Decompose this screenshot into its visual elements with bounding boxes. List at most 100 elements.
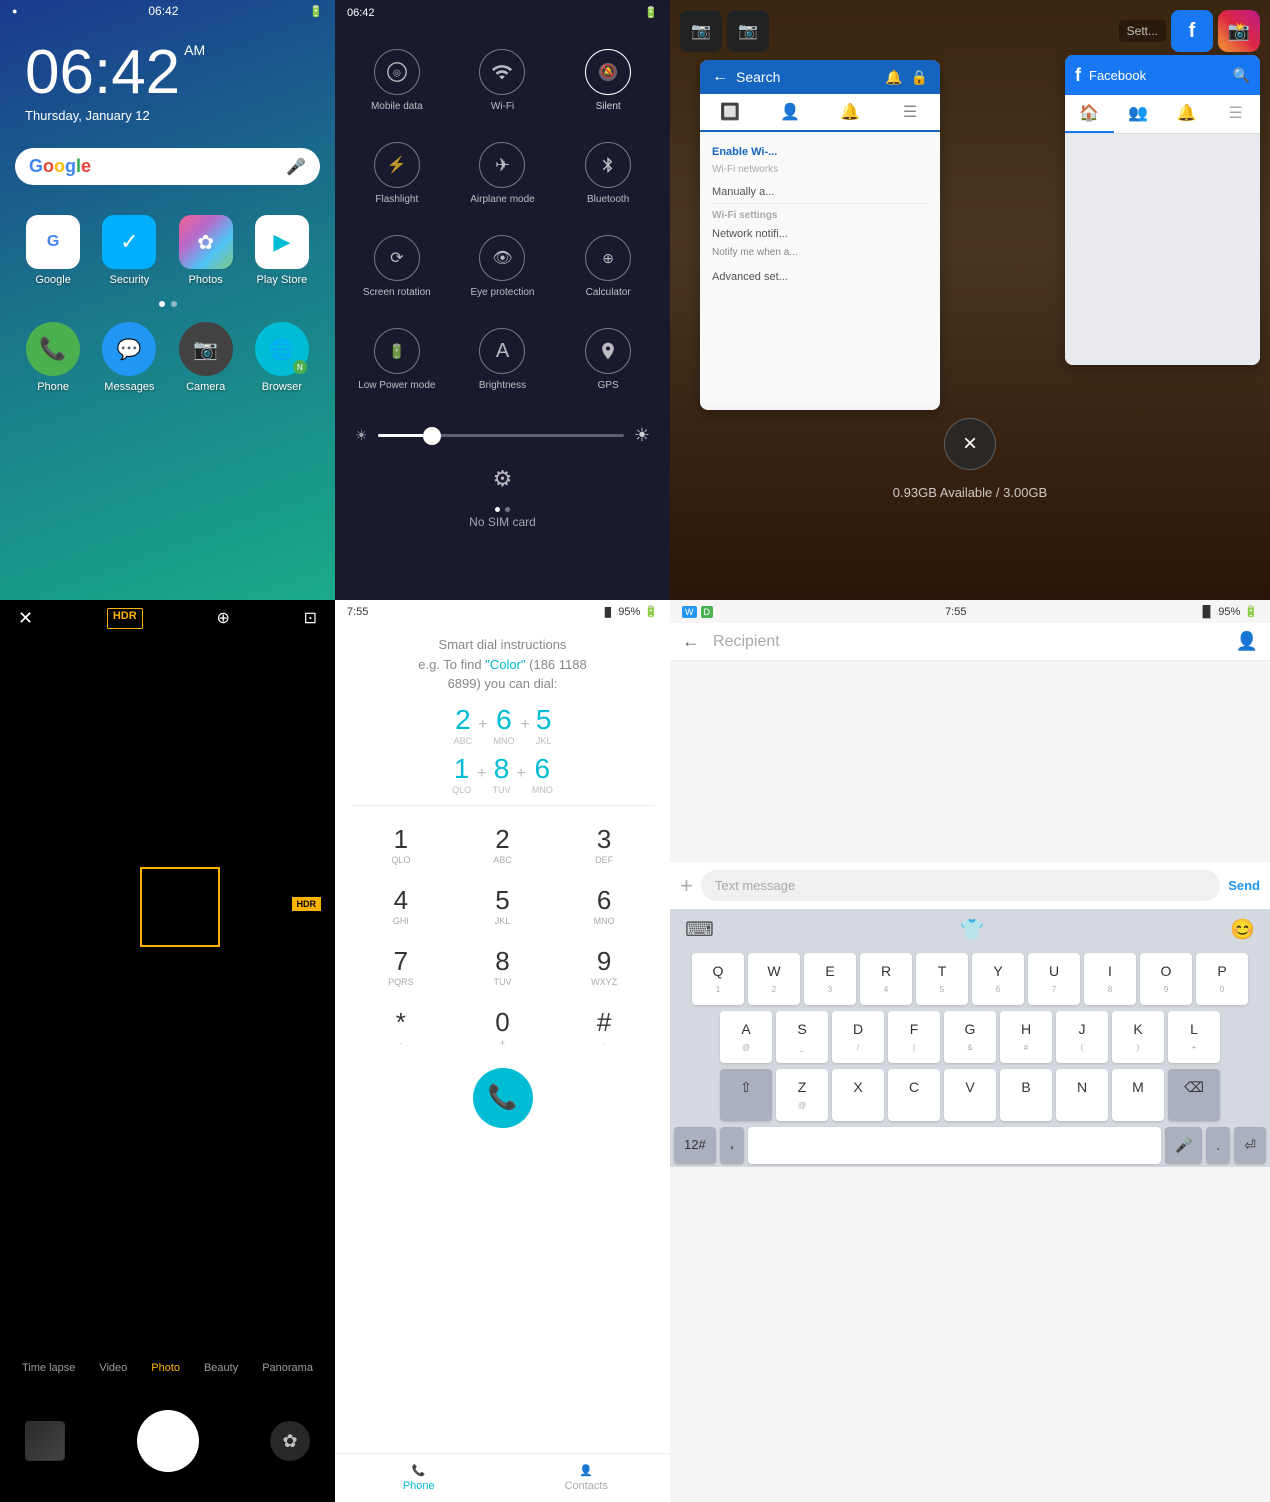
key-r[interactable]: R4 [860, 953, 912, 1005]
qs-airplane[interactable]: ✈ Airplane mode [451, 128, 555, 219]
app-security[interactable]: ✓ Security [96, 215, 162, 286]
wifi-nav-icon-1[interactable]: 🔲 [700, 94, 760, 130]
mode-timelapse[interactable]: Time lapse [22, 1362, 75, 1374]
app-playstore[interactable]: ▶ Play Store [249, 215, 315, 286]
brightness-thumb[interactable] [423, 427, 441, 445]
app-phone[interactable]: 📞 Phone [20, 322, 86, 393]
qs-gps[interactable]: GPS [556, 314, 660, 405]
keyboard-icon[interactable]: ⌨ [685, 917, 714, 942]
facebook-app-icon-top[interactable]: f [1171, 10, 1213, 52]
key-c[interactable]: C [888, 1069, 940, 1121]
key-x[interactable]: X [832, 1069, 884, 1121]
key-hash[interactable]: # · [553, 997, 655, 1058]
tab-phone[interactable]: 📞 Phone [335, 1454, 503, 1502]
settings-small-icon[interactable]: Sett... [1119, 20, 1166, 42]
hdr-indicator[interactable]: HDR [107, 608, 143, 629]
key-a[interactable]: A@ [720, 1011, 772, 1063]
num-switch-key[interactable]: 12# [674, 1127, 716, 1164]
camera-settings-icon[interactable]: ⊡ [304, 608, 317, 629]
shutter-button[interactable] [137, 1410, 199, 1472]
enter-key[interactable]: ⏎ [1234, 1127, 1266, 1164]
backspace-key[interactable]: ⌫ [1168, 1069, 1220, 1121]
recipient-field[interactable]: Recipient [705, 633, 1236, 651]
key-o[interactable]: O9 [1140, 953, 1192, 1005]
key-7[interactable]: 7 PQRS [350, 936, 452, 997]
key-t[interactable]: T5 [916, 953, 968, 1005]
key-u[interactable]: U7 [1028, 953, 1080, 1005]
camera-effects-button[interactable]: ✿ [270, 1421, 310, 1461]
key-d[interactable]: D/ [832, 1011, 884, 1063]
key-f[interactable]: F| [888, 1011, 940, 1063]
app-camera[interactable]: 📷 Camera [173, 322, 239, 393]
key-2[interactable]: 2 ABC [452, 814, 554, 875]
qs-brightness[interactable]: A Brightness [451, 314, 555, 405]
key-y[interactable]: Y6 [972, 953, 1024, 1005]
app-google[interactable]: G Google [20, 215, 86, 286]
google-search-bar[interactable]: Google 🎤 [15, 148, 320, 185]
qs-silent[interactable]: 🔕 Silent [556, 35, 660, 126]
qs-flashlight[interactable]: ⚡ Flashlight [345, 128, 449, 219]
app-messages[interactable]: 💬 Messages [96, 322, 162, 393]
app-photos[interactable]: ✿ Photos [173, 215, 239, 286]
tab-contacts[interactable]: 👤 Contacts [503, 1454, 671, 1502]
key-j[interactable]: J( [1056, 1011, 1108, 1063]
mic-icon[interactable]: 🎤 [286, 157, 306, 177]
mode-photo[interactable]: Photo [151, 1362, 180, 1374]
wifi-nav-icon-2[interactable]: 👤 [760, 94, 820, 130]
back-arrow-icon[interactable]: ← [712, 68, 728, 86]
attach-icon[interactable]: + [680, 873, 693, 899]
recent-camera2-icon[interactable]: 📷 [727, 10, 769, 52]
qs-calculator[interactable]: ⊕ Calculator [556, 221, 660, 312]
wifi-nav-icon-3[interactable]: 🔔 [820, 94, 880, 130]
key-v[interactable]: V [944, 1069, 996, 1121]
key-1[interactable]: 1 QLO [350, 814, 452, 875]
app-browser[interactable]: 🌐 N Browser [249, 322, 315, 393]
key-6[interactable]: 6 MNO [553, 875, 655, 936]
back-arrow-sms[interactable]: ← [682, 631, 700, 652]
key-star[interactable]: * · [350, 997, 452, 1058]
fb-nav-2[interactable]: 👥 [1114, 95, 1163, 133]
instagram-app-icon-top[interactable]: 📸 [1218, 10, 1260, 52]
key-m[interactable]: M [1112, 1069, 1164, 1121]
key-3[interactable]: 3 DEF [553, 814, 655, 875]
key-4[interactable]: 4 GHI [350, 875, 452, 936]
key-q[interactable]: Q1 [692, 953, 744, 1005]
brightness-slider-row[interactable]: ☀ ☀ [335, 415, 670, 456]
key-8[interactable]: 8 TUV [452, 936, 554, 997]
key-9[interactable]: 9 WXYZ [553, 936, 655, 997]
key-z[interactable]: Z@ [776, 1069, 828, 1121]
key-w[interactable]: W2 [748, 953, 800, 1005]
message-input[interactable]: Text message [701, 870, 1220, 901]
camera-thumbnail[interactable] [25, 1421, 65, 1461]
mode-beauty[interactable]: Beauty [204, 1362, 238, 1374]
settings-gear[interactable]: ⚙ [335, 456, 670, 502]
fb-nav-4[interactable]: ☰ [1211, 95, 1260, 133]
brightness-slider-track[interactable] [378, 434, 624, 437]
qs-mobile-data[interactable]: ◎ Mobile data [345, 35, 449, 126]
key-g[interactable]: G& [944, 1011, 996, 1063]
key-e[interactable]: E3 [804, 953, 856, 1005]
mic-keyboard-icon[interactable]: 🎤 [1165, 1127, 1202, 1164]
key-k[interactable]: K) [1112, 1011, 1164, 1063]
shirt-icon[interactable]: 👕 [960, 917, 985, 942]
close-recent-button[interactable]: × [944, 418, 996, 470]
key-b[interactable]: B [1000, 1069, 1052, 1121]
qs-eye[interactable]: 👁 Eye protection [451, 221, 555, 312]
qs-lowpower[interactable]: 🔋 Low Power mode [345, 314, 449, 405]
call-button[interactable]: 📞 [473, 1068, 533, 1128]
mode-video[interactable]: Video [99, 1362, 127, 1374]
send-button[interactable]: Send [1228, 878, 1260, 893]
key-5[interactable]: 5 JKL [452, 875, 554, 936]
qs-wifi[interactable]: Wi-Fi [451, 35, 555, 126]
lens-switch-icon[interactable]: ⊕ [216, 608, 229, 629]
key-l[interactable]: L+ [1168, 1011, 1220, 1063]
key-n[interactable]: N [1056, 1069, 1108, 1121]
emoji-icon[interactable]: 😊 [1230, 917, 1255, 942]
qs-bluetooth[interactable]: Bluetooth [556, 128, 660, 219]
wifi-nav-icon-4[interactable]: ☰ [880, 94, 940, 130]
add-contact-icon[interactable]: 👤 [1236, 631, 1258, 652]
key-p[interactable]: P0 [1196, 953, 1248, 1005]
qs-rotation[interactable]: ⟳ Screen rotation [345, 221, 449, 312]
key-0[interactable]: 0 + [452, 997, 554, 1058]
fb-nav-1[interactable]: 🏠 [1065, 95, 1114, 133]
